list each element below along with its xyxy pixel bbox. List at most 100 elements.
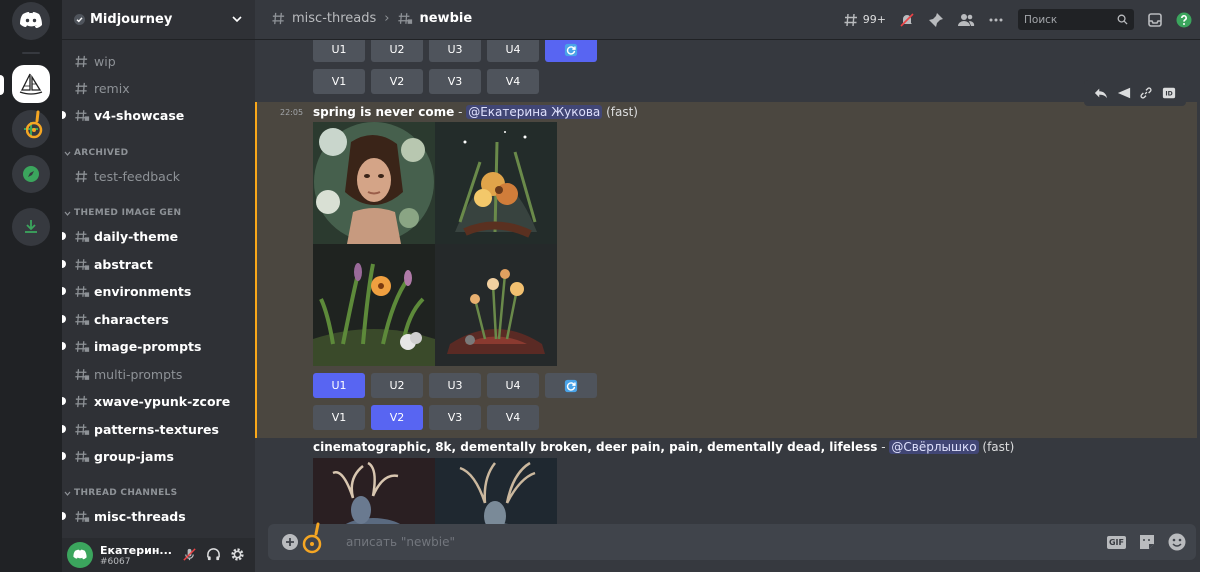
unread-indicator [62,111,66,119]
threads-button[interactable]: 99+ [843,12,886,28]
channel-characters[interactable]: characters [62,306,249,332]
unread-indicator [62,452,66,460]
v2-button[interactable]: V2 [371,69,423,94]
server-header[interactable]: Midjourney [62,0,255,40]
channel-label: group-jams [94,448,174,464]
channel-label: misc-threads [94,508,186,524]
discord-home-icon[interactable] [12,2,50,40]
thread-channel-icon [74,108,94,123]
add-server-icon[interactable] [12,110,50,148]
u1-button[interactable]: U1 [313,40,365,62]
v3-button[interactable]: V3 [429,405,481,430]
channel-label: daily-theme [94,228,179,244]
channel-abstract[interactable]: abstract [62,251,249,277]
muted-bell-icon [900,12,914,27]
v4-button[interactable]: V4 [487,405,539,430]
member-list-button[interactable] [957,12,975,28]
unread-indicator [62,315,66,323]
reroll-button[interactable] [545,373,597,398]
channel-label: v4-showcase [94,107,185,123]
inbox-button[interactable] [1147,12,1163,28]
channel-label: remix [94,80,130,96]
user-mention[interactable]: @Свёрлышко [889,440,979,454]
channel-v4-showcase[interactable]: v4-showcase [62,102,249,128]
thread-channel-icon [74,312,94,327]
refresh-icon [564,379,578,392]
u2-button[interactable]: U2 [371,373,423,398]
category-thread-channels[interactable]: THREAD CHANNELS [64,488,177,498]
emoji-icon[interactable] [1168,533,1186,551]
category-themed-image-gen[interactable]: THEMED IMAGE GEN [64,208,181,218]
parent-channel-link[interactable]: misc-threads [292,11,376,26]
search-input[interactable]: Поиск [1018,9,1134,30]
v1-button[interactable]: V1 [313,405,365,430]
upscale-button-row: U1 U2 U3 U4 [313,40,597,62]
midjourney-sailboat-icon[interactable] [12,65,50,103]
u2-button[interactable]: U2 [371,40,423,62]
headphones-icon[interactable] [206,547,221,562]
explore-compass-icon[interactable] [12,155,50,193]
channel-test-feedback[interactable]: test-feedback [68,163,249,189]
image-tile-1[interactable] [313,122,435,244]
image-tile-3[interactable] [313,244,435,366]
channel-daily-theme[interactable]: daily-theme [62,223,249,249]
u3-button[interactable]: U3 [429,40,481,62]
image-tile-4[interactable] [435,244,557,366]
v4-button[interactable]: V4 [487,69,539,94]
u4-button[interactable]: U4 [487,373,539,398]
gif-picker-icon[interactable]: GIF [1106,535,1126,549]
generation-speed: (fast) [602,105,638,119]
v3-button[interactable]: V3 [429,69,481,94]
channel-label: characters [94,311,169,327]
selected-server-pip [0,75,4,95]
unread-indicator [62,287,66,295]
channel-remix[interactable]: remix [68,75,249,101]
download-apps-icon[interactable] [12,208,50,246]
thread-icon [398,13,413,24]
notification-settings-button[interactable] [899,12,915,28]
channel-xwave-ypunk-zcore[interactable]: xwave-ypunk-zcore [62,388,249,414]
channel-environments[interactable]: environments [62,278,249,304]
reroll-button[interactable] [545,40,597,62]
image-grid[interactable] [313,458,557,524]
channel-label: image-prompts [94,338,202,354]
mute-microphone-icon[interactable] [182,547,197,562]
v1-button[interactable]: V1 [313,69,365,94]
username: Екатерин... [100,543,172,557]
channel-multi-prompts[interactable]: multi-prompts [68,361,249,387]
more-options-button[interactable] [988,12,1004,28]
svg-text:ID: ID [1165,91,1172,98]
sticker-icon[interactable] [1138,533,1156,551]
text-channel-icon [74,54,94,69]
channel-misc-threads[interactable]: misc-threads [62,503,249,529]
image-tile-2[interactable] [435,458,557,524]
pin-icon [929,12,943,27]
message-list: U1 U2 U3 U4 V1 V2 V3 V4 ID 22:05 spring is nev… [255,40,1200,524]
message-composer[interactable]: аписать "newbie" GIF [268,522,1196,560]
image-tile-1[interactable] [313,458,435,524]
pinned-messages-button[interactable] [928,12,944,28]
channel-wip[interactable]: wip [68,48,249,74]
user-mention[interactable]: @Екатерина Жукова [466,105,603,119]
u3-button[interactable]: U3 [429,373,481,398]
inbox-icon [1148,12,1162,27]
forward-icon[interactable] [1117,86,1131,100]
channel-group-jams[interactable]: group-jams [62,443,249,469]
reply-icon[interactable] [1094,86,1108,100]
copy-link-icon[interactable] [1139,86,1153,100]
u4-button[interactable]: U4 [487,40,539,62]
v2-button[interactable]: V2 [371,405,423,430]
category-archived[interactable]: ARCHIVED [64,148,128,158]
channel-image-prompts[interactable]: image-prompts [62,333,249,359]
message-header: cinematographic, 8k, dementally broken, … [313,440,1015,454]
help-button[interactable] [1176,12,1192,28]
copy-id-icon[interactable]: ID [1162,86,1176,100]
u1-button[interactable]: U1 [313,373,365,398]
avatar[interactable] [67,542,93,568]
image-tile-2[interactable] [435,122,557,244]
image-grid[interactable] [313,122,557,366]
add-attachment-icon[interactable] [282,534,298,550]
channel-patterns-textures[interactable]: patterns-textures [62,416,249,442]
settings-gear-icon[interactable] [230,547,245,562]
thread-channel-icon [74,449,94,464]
